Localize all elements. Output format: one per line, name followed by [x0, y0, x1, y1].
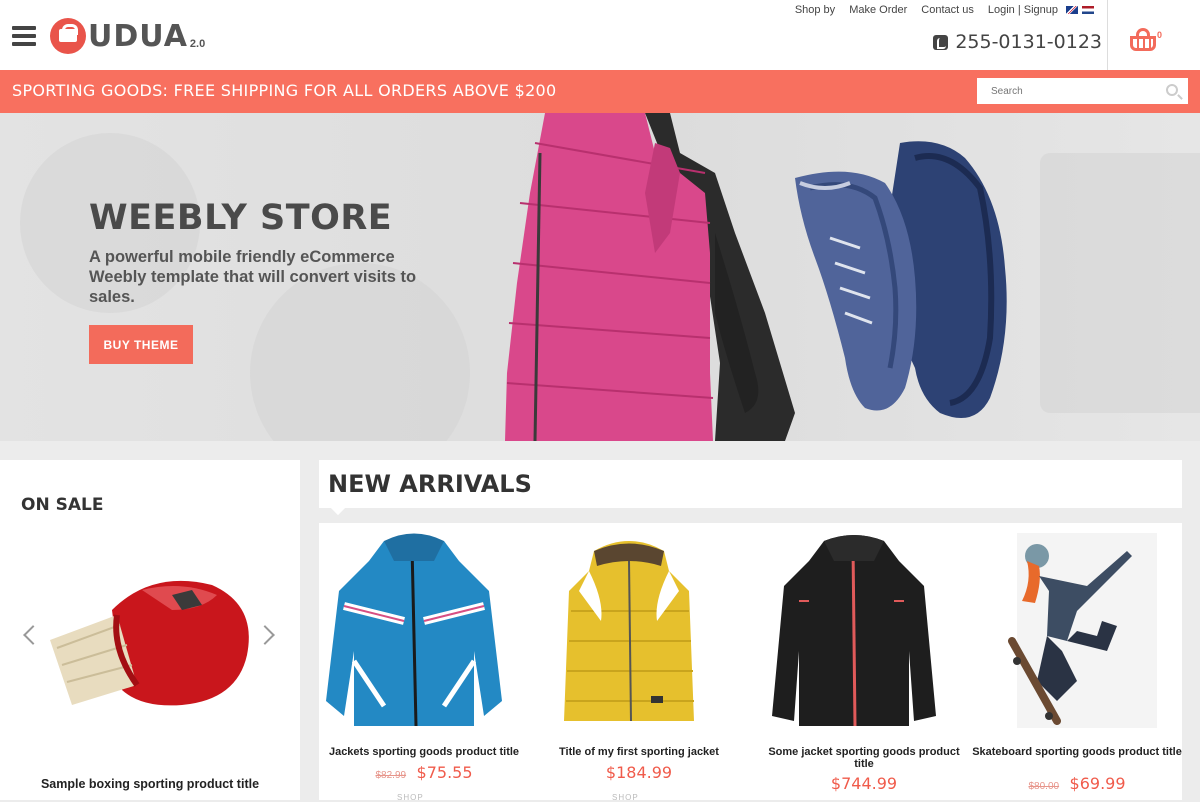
new-arrivals-title: NEW ARRIVALS	[328, 470, 532, 498]
phone-number: 255-0131-0123	[933, 31, 1102, 53]
product-card[interactable]: Skateboard sporting goods product title …	[972, 523, 1182, 800]
search-icon[interactable]	[1166, 84, 1178, 96]
logo-text: UDUA	[88, 19, 188, 54]
chevron-left-icon[interactable]	[23, 625, 43, 645]
link-contact-us[interactable]: Contact us	[921, 4, 974, 16]
search-input[interactable]	[977, 78, 1157, 104]
new-arrivals-header: NEW ARRIVALS	[319, 460, 1182, 516]
buy-theme-button[interactable]: BUY THEME	[89, 325, 193, 364]
shoes-image	[795, 141, 1007, 418]
black-jacket-image	[772, 535, 936, 727]
chevron-right-icon[interactable]	[255, 625, 275, 645]
price: $184.99	[605, 763, 673, 782]
shop-link[interactable]: SHOP	[397, 793, 424, 802]
product-prices: $80.00 $69.99	[972, 774, 1182, 794]
product-title[interactable]: Title of my first sporting jacket	[534, 746, 744, 758]
old-price: $82.99	[375, 770, 407, 781]
link-shop-by[interactable]: Shop by	[795, 4, 835, 16]
logo[interactable]: UDUA 2.0	[50, 18, 205, 54]
hero-background-shape	[1040, 153, 1200, 413]
price: $744.99	[830, 774, 898, 793]
shop-link[interactable]: SHOP	[612, 793, 639, 802]
skateboarder-image	[1008, 533, 1157, 728]
hero-subtitle: A powerful mobile friendly eCommerce Wee…	[89, 248, 417, 306]
on-sale-product-title[interactable]: Sample boxing sporting product title	[40, 777, 260, 791]
promo-bar: SPORTING GOODS: FREE SHIPPING FOR ALL OR…	[0, 70, 1200, 113]
uk-flag-icon[interactable]	[1066, 6, 1078, 14]
cart-icon[interactable]	[1130, 28, 1160, 52]
hero-title: WEEBLY STORE	[89, 198, 393, 238]
cart-count: 0	[1157, 30, 1163, 40]
logo-version: 2.0	[189, 38, 206, 50]
boxing-glove-image	[50, 580, 249, 706]
product-title[interactable]: Some jacket sporting goods product title	[759, 746, 969, 770]
promo-text: SPORTING GOODS: FREE SHIPPING FOR ALL OR…	[12, 81, 557, 100]
product-prices: $82.99 $75.55	[319, 763, 529, 783]
nl-flag-icon[interactable]	[1082, 6, 1094, 14]
blue-jacket-image	[326, 533, 502, 727]
yellow-vest-image	[564, 541, 694, 722]
header-notch	[330, 500, 346, 516]
top-links: Shop by Make Order Contact us Login | Si…	[781, 4, 1094, 16]
product-prices: $744.99	[759, 774, 969, 794]
menu-icon[interactable]	[12, 26, 36, 46]
product-card[interactable]: Jackets sporting goods product title $82…	[319, 523, 529, 802]
header: UDUA 2.0 Shop by Make Order Contact us L…	[0, 0, 1200, 70]
phone-icon	[933, 34, 949, 50]
link-login-signup[interactable]: Login | Signup	[988, 4, 1058, 16]
price: $75.55	[416, 763, 473, 782]
pink-vest-image	[505, 113, 795, 441]
product-card[interactable]: Some jacket sporting goods product title…	[759, 523, 969, 800]
search-box	[977, 78, 1188, 104]
logo-icon	[50, 18, 86, 54]
old-price: $80.00	[1028, 781, 1060, 792]
product-grid: Jackets sporting goods product title $82…	[319, 523, 1182, 802]
header-divider	[1107, 0, 1108, 70]
price: $69.99	[1069, 774, 1126, 793]
phone-text: 255-0131-0123	[955, 31, 1102, 53]
product-prices: $184.99	[534, 763, 744, 783]
on-sale-title: ON SALE	[21, 495, 104, 515]
link-make-order[interactable]: Make Order	[849, 4, 907, 16]
on-sale-panel: ON SALE Sample boxing sporting product t…	[0, 460, 300, 800]
product-title[interactable]: Jackets sporting goods product title	[319, 746, 529, 758]
product-card[interactable]: Title of my first sporting jacket $184.9…	[534, 523, 744, 802]
hero-banner: WEEBLY STORE A powerful mobile friendly …	[0, 113, 1200, 441]
product-title[interactable]: Skateboard sporting goods product title	[972, 746, 1182, 758]
